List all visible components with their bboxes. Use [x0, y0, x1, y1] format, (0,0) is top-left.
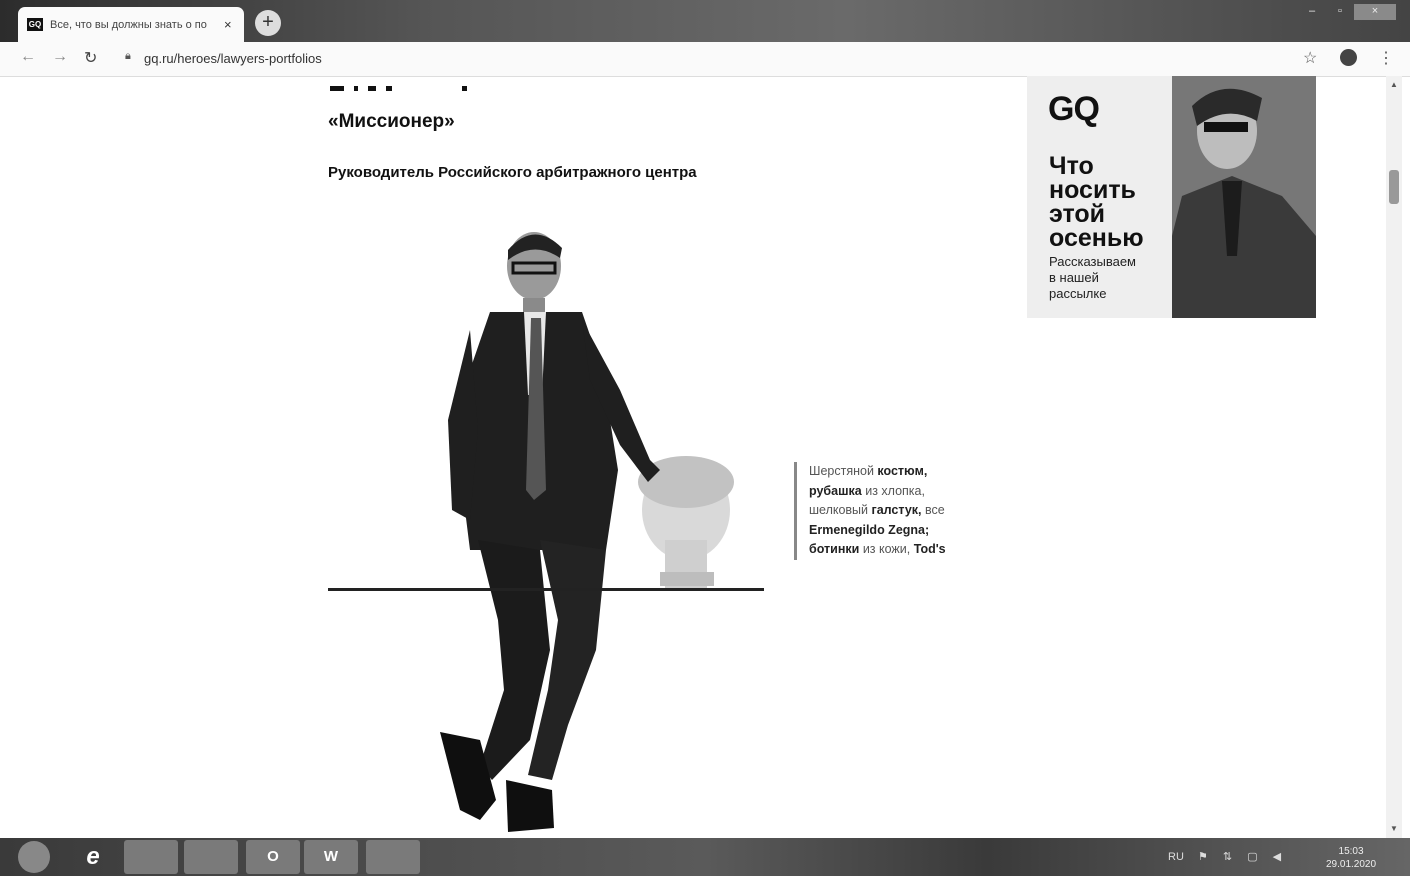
browser-titlebar: GQ Все, что вы должны знать о по × + – ▫…: [0, 0, 1410, 42]
man-figure: [440, 232, 660, 832]
ad-subtext-line: Рассказываем: [1049, 254, 1136, 269]
page-scrollbar[interactable]: ▲ ▼: [1386, 76, 1402, 838]
ie-icon[interactable]: e: [66, 840, 120, 874]
maximize-button[interactable]: ▫: [1326, 4, 1354, 20]
scrollbar-thumb[interactable]: [1389, 170, 1399, 204]
explorer-icon[interactable]: [124, 840, 178, 874]
star-icon[interactable]: ☆: [1303, 48, 1317, 68]
ad-headline: Что носить этой осенью: [1049, 152, 1169, 252]
close-window-button[interactable]: ×: [1354, 4, 1396, 20]
account-icon[interactable]: [1340, 49, 1357, 66]
tray-icons[interactable]: ⚑ ⇅ ▢ ◀: [1198, 850, 1287, 863]
ad-subtext-line: в нашей: [1049, 270, 1099, 285]
language-indicator[interactable]: RU: [1168, 851, 1184, 863]
clock-date: 29.01.2020: [1326, 859, 1377, 870]
ad-model-photo: [1172, 76, 1316, 318]
caption-text: из хлопка,: [861, 483, 925, 498]
forward-arrow-icon[interactable]: →: [52, 48, 68, 66]
gq-favicon-icon: GQ: [27, 18, 43, 31]
portfolio-subtitle: Руководитель Российского арбитражного це…: [328, 164, 697, 181]
address-bar[interactable]: gq.ru/heroes/lawyers-portfolios: [144, 51, 322, 66]
caption-bold: галстук,: [871, 503, 922, 517]
caption-bold: рубашка: [809, 483, 862, 498]
reload-icon[interactable]: ↻: [84, 48, 97, 68]
windows-taskbar: e O W RU ⚑ ⇅ ▢ ◀ 15:03 29.01.2020: [0, 838, 1410, 876]
window-controls: – ▫ ×: [1298, 4, 1396, 20]
ad-subtext: Рассказываем в нашей рассылке: [1049, 254, 1169, 302]
scroll-down-arrow-icon[interactable]: ▼: [1390, 824, 1398, 833]
ad-headline-line: этой: [1049, 200, 1106, 228]
caption-text: все: [924, 503, 945, 517]
ad-subtext-line: рассылке: [1049, 286, 1107, 301]
portrait-photo: [440, 232, 734, 832]
caption-text: Шерстяной: [809, 464, 878, 478]
cut-off-heading: [330, 78, 490, 91]
start-button[interactable]: [18, 841, 50, 873]
outfit-caption: Шерстяной костюм, рубашка из хлопка, шел…: [794, 462, 959, 560]
word-icon[interactable]: W: [304, 840, 358, 874]
new-tab-button[interactable]: +: [255, 10, 281, 36]
ad-headline-line: осенью: [1049, 224, 1144, 252]
caption-text: шелковый: [809, 503, 872, 517]
minimize-button[interactable]: –: [1298, 4, 1326, 20]
gq-logo: GQ: [1048, 90, 1100, 128]
lock-icon: 🔒︎: [125, 50, 131, 62]
tab-title: Все, что вы должны знать о по: [50, 18, 207, 31]
media-player-icon[interactable]: [184, 840, 238, 874]
chrome-icon[interactable]: [366, 840, 420, 874]
newsletter-ad-banner[interactable]: GQ Что носить этой осенью Рассказываем в…: [1027, 76, 1316, 318]
outlook-icon[interactable]: O: [246, 840, 300, 874]
scroll-up-arrow-icon[interactable]: ▲: [1390, 80, 1398, 89]
portfolio-title: «Миссионер»: [328, 111, 455, 132]
tab-close-icon[interactable]: ×: [224, 17, 232, 32]
back-arrow-icon[interactable]: ←: [20, 48, 36, 66]
caption-bold: Tod's: [913, 542, 946, 556]
caption-bold: костюм,: [877, 464, 928, 478]
ad-headline-line: носить: [1049, 176, 1136, 204]
clock-time: 15:03: [1338, 846, 1364, 857]
system-clock[interactable]: 15:03 29.01.2020: [1326, 845, 1376, 871]
kebab-menu-icon[interactable]: ⋮: [1378, 48, 1394, 68]
browser-toolbar: ← → ↻ 🔒︎ gq.ru/heroes/lawyers-portfolios…: [0, 42, 1410, 77]
browser-tab[interactable]: GQ Все, что вы должны знать о по ×: [18, 7, 244, 42]
ad-headline-line: Что: [1049, 152, 1094, 180]
divider-line: [328, 588, 764, 591]
caption-text: из кожи,: [862, 542, 914, 556]
